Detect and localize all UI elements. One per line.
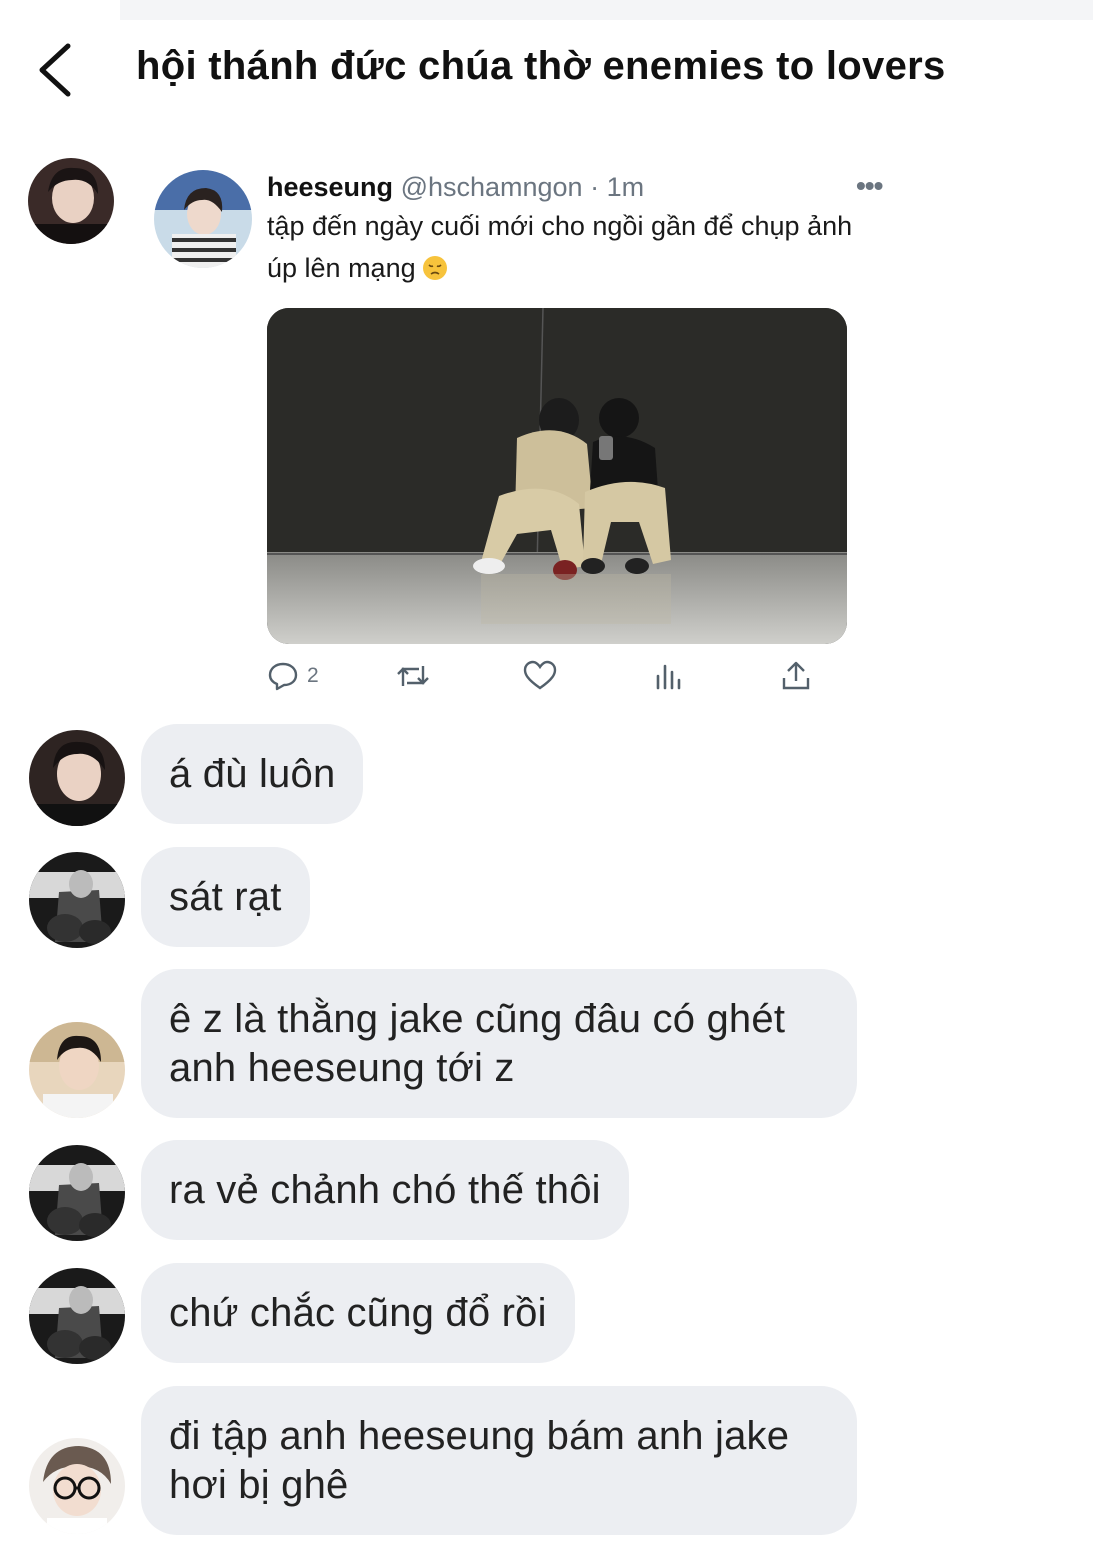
tweet-meta: @hschamngon · 1m bbox=[400, 172, 645, 202]
disappointed-emoji-icon bbox=[422, 251, 448, 293]
message-bubble[interactable]: chứ chắc cũng đổ rồi bbox=[141, 1263, 575, 1363]
tweet-text: tập đến ngày cuối mới cho ngồi gần để ch… bbox=[267, 205, 887, 293]
avatar[interactable] bbox=[29, 852, 125, 948]
chat-header: hội thánh đức chúa thờ enemies to lovers bbox=[0, 20, 1093, 120]
chat-title: hội thánh đức chúa thờ enemies to lovers bbox=[136, 44, 946, 88]
reply-button[interactable]: 2 bbox=[267, 656, 319, 696]
tweet-author-avatar[interactable] bbox=[154, 170, 252, 268]
tweet-header: heeseung @hschamngon · 1m bbox=[267, 172, 644, 203]
reply-icon bbox=[268, 662, 298, 691]
message-bubble[interactable]: ê z là thằng jake cũng đâu có ghét anh h… bbox=[141, 969, 857, 1118]
retweet-icon bbox=[397, 666, 429, 686]
status-strip bbox=[120, 0, 1093, 20]
avatar[interactable] bbox=[29, 1268, 125, 1364]
message-bubble[interactable]: sát rạt bbox=[141, 847, 310, 947]
tweet-author-name[interactable]: heeseung bbox=[267, 172, 393, 202]
message-bubble[interactable]: ra vẻ chảnh chó thế thôi bbox=[141, 1140, 629, 1240]
avatar[interactable] bbox=[29, 1022, 125, 1118]
reply-count: 2 bbox=[307, 664, 319, 687]
avatar[interactable] bbox=[28, 158, 114, 244]
message-text: chứ chắc cũng đổ rồi bbox=[169, 1290, 547, 1335]
like-button[interactable] bbox=[523, 656, 557, 696]
avatar[interactable] bbox=[29, 1145, 125, 1241]
share-button[interactable] bbox=[781, 656, 811, 696]
message-text: á đù luôn bbox=[169, 751, 336, 796]
message-text: ra vẻ chảnh chó thế thôi bbox=[169, 1167, 601, 1212]
message-text: sát rạt bbox=[169, 874, 282, 919]
tweet-text-content: tập đến ngày cuối mới cho ngồi gần để ch… bbox=[267, 211, 853, 283]
message-bubble[interactable]: á đù luôn bbox=[141, 724, 364, 824]
views-icon bbox=[656, 664, 681, 690]
chevron-left-icon bbox=[39, 43, 71, 97]
message-text: đi tập anh heeseung bám anh jake hơi bị … bbox=[169, 1413, 790, 1507]
back-button[interactable] bbox=[30, 40, 86, 100]
avatar[interactable] bbox=[29, 730, 125, 826]
shared-tweet[interactable]: heeseung @hschamngon · 1m ••• tập đến ng… bbox=[150, 160, 910, 700]
avatar[interactable] bbox=[29, 1438, 125, 1534]
share-icon bbox=[782, 661, 810, 690]
tweet-actions: 2 bbox=[267, 656, 867, 696]
message-text: ê z là thằng jake cũng đâu có ghét anh h… bbox=[169, 996, 786, 1090]
message-bubble[interactable]: đi tập anh heeseung bám anh jake hơi bị … bbox=[141, 1386, 857, 1535]
more-icon[interactable]: ••• bbox=[856, 170, 883, 202]
views-button[interactable] bbox=[653, 656, 683, 696]
tweet-photo[interactable] bbox=[267, 308, 847, 644]
retweet-button[interactable] bbox=[395, 656, 431, 696]
heart-icon bbox=[523, 660, 557, 690]
